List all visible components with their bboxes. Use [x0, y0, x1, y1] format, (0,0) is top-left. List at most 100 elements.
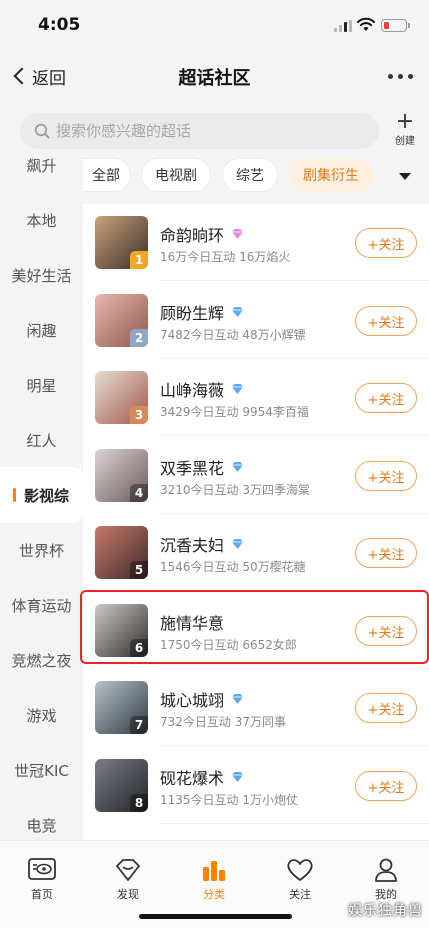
create-label: 创建 — [395, 136, 415, 147]
topic-stats: 1546今日互动 50万樱花糖 — [160, 560, 306, 574]
diamond-icon — [232, 772, 244, 782]
sidebar-item-label: 体育运动 — [11, 596, 72, 615]
topic-thumbnail: 1 — [95, 216, 148, 269]
nav-bar: 返回 超话社区 — [0, 52, 429, 100]
discover-icon — [116, 859, 140, 881]
sidebar-item-film-tv[interactable]: 影视综 — [0, 467, 83, 523]
sidebar-item-leisure[interactable]: 闲趣 — [0, 302, 83, 358]
topic-thumbnail: 6 — [95, 604, 148, 657]
topic-name-text: 双季黑花 — [160, 459, 225, 478]
follow-button[interactable]: +关注 — [355, 693, 417, 723]
sidebar-item-influencers[interactable]: 红人 — [0, 412, 83, 468]
topic-stats: 1750今日互动 6652女郎 — [160, 638, 297, 652]
wifi-icon — [357, 17, 375, 31]
row-divider — [160, 435, 429, 436]
row-divider — [160, 590, 429, 591]
follow-button[interactable]: +关注 — [355, 461, 417, 491]
sidebar-item-stars[interactable]: 明星 — [0, 357, 83, 413]
battery-icon — [381, 19, 410, 32]
sidebar-item-soaring[interactable]: 飙升 — [0, 150, 83, 193]
list-item[interactable]: 8 砚花爆术 1135今日互动 1万小炮仗 +关注 — [83, 747, 429, 824]
sidebar-item-label: 明星 — [26, 376, 57, 395]
topic-thumbnail: 5 — [95, 526, 148, 579]
sidebar-item-label: 飙升 — [26, 156, 57, 175]
tab-drama-derivatives[interactable]: 剧集衍生 — [289, 158, 373, 192]
tabbar-home[interactable]: 首页 — [12, 855, 72, 902]
topic-thumbnail: 4 — [95, 449, 148, 502]
tabs-dropdown-icon[interactable] — [399, 173, 411, 180]
sidebar-item-sports[interactable]: 体育运动 — [0, 577, 83, 633]
tabbar-profile[interactable]: 我的 — [356, 855, 416, 902]
sidebar-item-good-life[interactable]: 美好生活 — [0, 247, 83, 303]
list-item[interactable]: 5 沉香夫妇 1546今日互动 50万樱花糖 +关注 — [83, 514, 429, 591]
create-button[interactable]: + 创建 — [390, 111, 420, 148]
tab-label: 剧集衍生 — [303, 168, 359, 184]
follow-button[interactable]: +关注 — [355, 771, 417, 801]
rank-badge: 6 — [130, 639, 148, 657]
topic-name: 城心城翊 — [160, 687, 245, 711]
follow-button[interactable]: +关注 — [355, 228, 417, 258]
sidebar-item-label: 世冠KIC — [14, 761, 69, 780]
search-icon — [34, 123, 50, 139]
sidebar-item-kic[interactable]: 世冠KIC — [0, 742, 83, 798]
sidebar-item-label: 影视综 — [23, 486, 69, 505]
sidebar-item-label: 游戏 — [26, 706, 57, 725]
search-bar[interactable] — [20, 113, 379, 149]
topic-thumbnail: 7 — [95, 681, 148, 734]
tab-variety[interactable]: 综艺 — [222, 158, 278, 192]
search-input[interactable] — [56, 122, 346, 140]
topic-stats: 3429今日互动 9954李百福 — [160, 405, 309, 419]
topic-list: 1 命韵晌环 16万今日互动 16万焰火 +关注 2 顾盼生辉 7482今日互动 48万小辉… — [83, 204, 429, 840]
topic-name: 顾盼生辉 — [160, 300, 245, 324]
diamond-icon — [232, 694, 244, 704]
home-indicator — [139, 914, 292, 919]
sidebar-item-esports[interactable]: 电竞 — [0, 797, 83, 840]
watermark: 娱乐独角兽 — [348, 903, 423, 919]
sidebar-item-games[interactable]: 游戏 — [0, 687, 83, 743]
follow-button[interactable]: +关注 — [355, 616, 417, 646]
diamond-icon — [232, 229, 244, 239]
sidebar-item-world-cup[interactable]: 世界杯 — [0, 522, 83, 578]
tabbar-following[interactable]: 关注 — [270, 855, 330, 902]
tabbar-category[interactable]: 分类 — [184, 855, 244, 902]
sidebar-item-local[interactable]: 本地 — [0, 192, 83, 248]
tabbar-discover[interactable]: 发现 — [98, 855, 158, 902]
diamond-icon — [232, 384, 244, 394]
more-icon[interactable] — [388, 74, 413, 79]
sidebar-item-label: 竞燃之夜 — [11, 651, 72, 670]
profile-icon — [375, 858, 397, 882]
tabbar-label: 关注 — [289, 888, 311, 901]
rank-badge: 8 — [130, 794, 148, 812]
follow-button[interactable]: +关注 — [355, 538, 417, 568]
rank-badge: 4 — [130, 484, 148, 502]
tab-label: 全部 — [92, 168, 120, 184]
signal-icon — [334, 20, 352, 32]
topic-name-text: 城心城翊 — [160, 691, 225, 710]
topic-name: 山峥海薇 — [160, 377, 245, 401]
follow-button[interactable]: +关注 — [355, 306, 417, 336]
topic-name: 命韵晌环 — [160, 222, 245, 246]
rank-badge: 7 — [130, 716, 148, 734]
diamond-icon — [232, 539, 244, 549]
topic-name-text: 沉香夫妇 — [160, 536, 225, 555]
follow-button[interactable]: +关注 — [355, 383, 417, 413]
list-item[interactable]: 3 山峥海薇 3429今日互动 9954李百福 +关注 — [83, 359, 429, 436]
topic-name-text: 砚花爆术 — [160, 769, 225, 788]
list-item[interactable]: 4 双季黑花 3210今日互动 3万四季海棠 +关注 — [83, 437, 429, 514]
diamond-icon — [232, 462, 244, 472]
topic-stats: 16万今日互动 16万焰火 — [160, 250, 291, 264]
rank-badge: 2 — [130, 329, 148, 347]
sidebar-item-esports-night[interactable]: 竞燃之夜 — [0, 632, 83, 688]
tab-label: 电视剧 — [155, 168, 197, 184]
list-item[interactable]: 2 顾盼生辉 7482今日互动 48万小辉镖 +关注 — [83, 282, 429, 359]
list-item[interactable]: 7 城心城翊 732今日互动 37万同事 +关注 — [83, 669, 429, 746]
diamond-icon — [232, 307, 244, 317]
topic-stats: 1135今日互动 1万小炮仗 — [160, 793, 298, 807]
topic-name-text: 山峥海薇 — [160, 381, 225, 400]
list-item[interactable]: 6 施情华意 1750今日互动 6652女郎 +关注 — [83, 592, 429, 669]
tab-tv-series[interactable]: 电视剧 — [141, 158, 211, 192]
home-icon — [28, 858, 56, 880]
list-item[interactable]: 1 命韵晌环 16万今日互动 16万焰火 +关注 — [83, 204, 429, 281]
tab-all[interactable]: 全部 — [83, 158, 131, 192]
heart-icon — [287, 859, 313, 881]
